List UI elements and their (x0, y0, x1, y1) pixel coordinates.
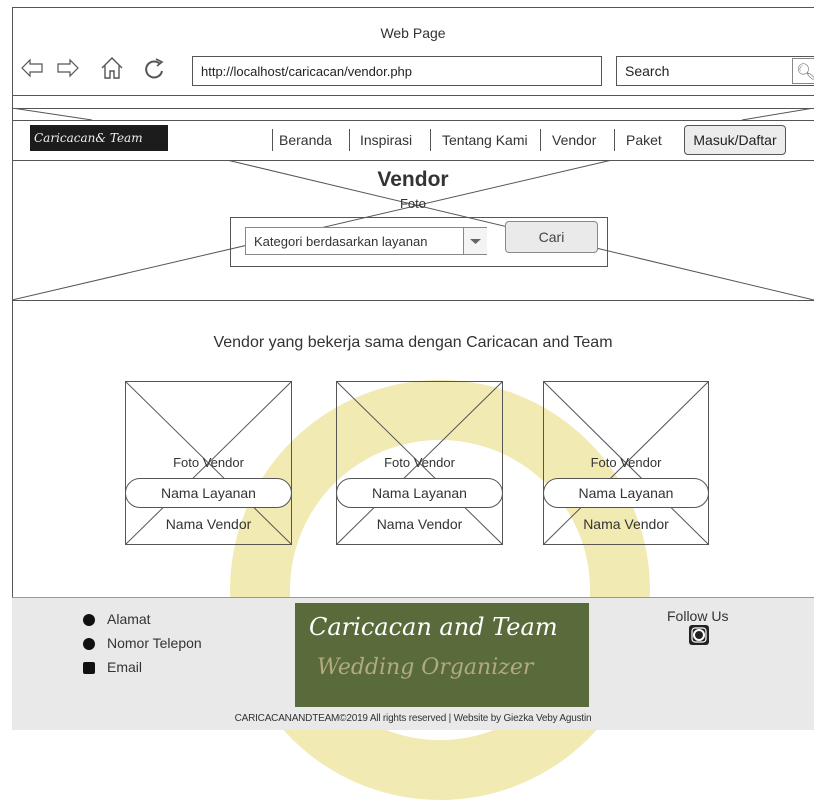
menu-inspirasi[interactable]: Inspirasi (360, 132, 412, 148)
refresh-icon[interactable] (142, 54, 166, 82)
divider (12, 300, 814, 301)
vendor-name[interactable]: Nama Vendor (336, 516, 503, 532)
follow-us-label: Follow Us (667, 608, 729, 624)
vendor-photo-label: Foto Vendor (173, 455, 244, 470)
search-input[interactable]: Search (616, 56, 814, 86)
login-button[interactable]: Masuk/Daftar (684, 125, 786, 155)
service-name-pill[interactable]: Nama Layanan (336, 478, 503, 508)
divider (12, 120, 814, 121)
service-name-pill[interactable]: Nama Layanan (543, 478, 709, 508)
divider (12, 95, 814, 96)
vendor-photo-label: Foto Vendor (384, 455, 455, 470)
copyright-text: CARICACANANDTEAM©2019 All rights reserve… (234, 713, 592, 724)
category-select[interactable]: Kategori berdasarkan layanan (245, 227, 487, 255)
phone-icon (83, 637, 95, 655)
forward-icon[interactable] (56, 54, 80, 82)
instagram-icon[interactable] (689, 625, 709, 645)
menu-paket[interactable]: Paket (626, 132, 662, 148)
chevron-down-icon[interactable] (463, 228, 487, 254)
menu-beranda[interactable]: Beranda (279, 132, 332, 148)
window-title: Web Page (380, 25, 446, 41)
search-icon[interactable]: 🔍︎ (792, 58, 814, 84)
home-icon[interactable] (100, 54, 124, 82)
location-icon (83, 613, 95, 631)
menu-separator (614, 129, 615, 151)
footer-logo-title: Caricacan and Team (309, 613, 558, 641)
service-name-pill[interactable]: Nama Layanan (125, 478, 292, 508)
menu-separator (540, 129, 541, 151)
vendor-photo-label: Foto Vendor (590, 455, 662, 470)
url-bar[interactable]: http://localhost/caricacan/vendor.php (192, 56, 602, 86)
menu-separator (430, 129, 431, 151)
footer-address[interactable]: Alamat (107, 611, 151, 627)
footer-logo: Caricacan and Team Wedding Organizer (295, 603, 589, 707)
page-title: Vendor (377, 168, 449, 191)
footer-logo-subtitle: Wedding Organizer (317, 655, 534, 680)
section-heading: Vendor yang bekerja sama dengan Caricaca… (213, 334, 613, 351)
menu-vendor[interactable]: Vendor (552, 132, 596, 148)
menu-separator (272, 129, 273, 151)
search-button[interactable]: Cari (505, 221, 598, 253)
footer-phone[interactable]: Nomor Telepon (107, 635, 202, 651)
vendor-name[interactable]: Nama Vendor (125, 516, 292, 532)
footer-email[interactable]: Email (107, 659, 142, 675)
back-icon[interactable] (20, 54, 44, 82)
menu-separator (349, 129, 350, 151)
site-logo[interactable]: Caricacan& Team (30, 125, 168, 151)
vendor-name[interactable]: Nama Vendor (543, 516, 709, 532)
menu-tentang-kami[interactable]: Tentang Kami (442, 132, 528, 148)
email-icon (83, 661, 95, 679)
hero-image-label: Foto (399, 196, 426, 211)
